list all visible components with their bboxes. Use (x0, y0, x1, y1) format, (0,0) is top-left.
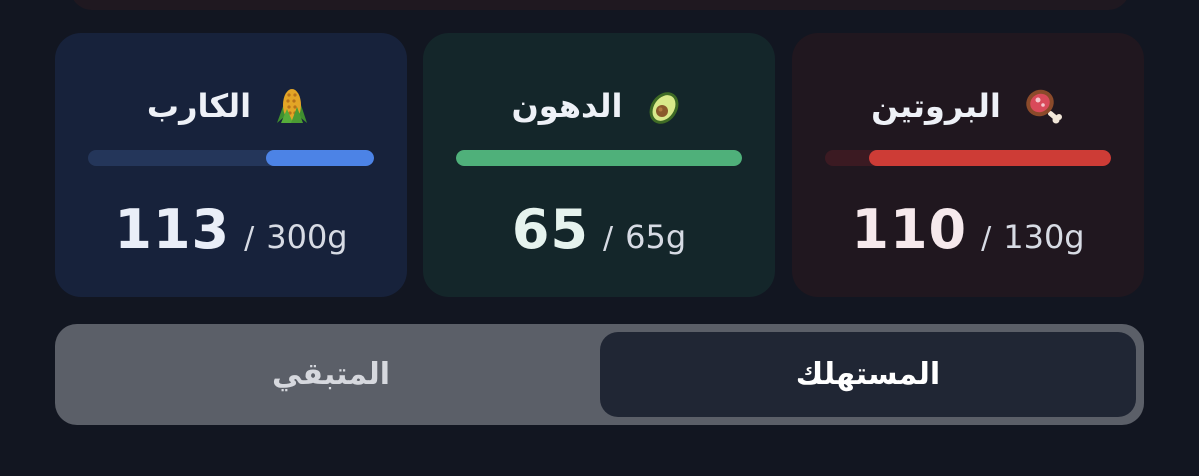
remaining-tab[interactable]: المتبقي (63, 332, 599, 417)
fat-header: الدهون (423, 81, 775, 131)
fat-progress-track (456, 150, 742, 166)
protein-card: البروتين 110 / 130g (792, 33, 1144, 297)
fat-consumed: 65 (511, 198, 589, 261)
protein-target: 130g (1003, 218, 1085, 256)
carbs-target: 300g (266, 218, 348, 256)
fat-separator: / (603, 221, 614, 256)
meat-icon (1019, 83, 1065, 129)
protein-progress-fill (869, 150, 1111, 166)
avocado-icon (641, 83, 687, 129)
previous-card-edge (70, 0, 1130, 10)
carbs-header: الكارب (55, 81, 407, 131)
macro-summary-screen: الكارب 113 / 300g الدهون 65 / 65g البروت… (0, 0, 1199, 476)
carbs-progress-track (88, 150, 374, 166)
fat-title: الدهون (511, 87, 623, 125)
carbs-title: الكارب (146, 87, 252, 125)
carbs-value: 113 / 300g (55, 198, 407, 261)
protein-separator: / (981, 221, 992, 256)
carbs-card: الكارب 113 / 300g (55, 33, 407, 297)
corn-icon (269, 83, 315, 129)
fat-value: 65 / 65g (423, 198, 775, 261)
protein-title: البروتين (871, 87, 1001, 125)
protein-consumed: 110 (851, 198, 968, 261)
protein-header: البروتين (792, 81, 1144, 131)
consumed-remaining-toggle: المستهلك المتبقي (55, 324, 1144, 425)
protein-value: 110 / 130g (792, 198, 1144, 261)
carbs-progress-fill (266, 150, 374, 166)
fat-target: 65g (625, 218, 687, 256)
protein-progress-track (825, 150, 1111, 166)
consumed-tab[interactable]: المستهلك (600, 332, 1136, 417)
carbs-consumed: 113 (114, 198, 231, 261)
carbs-separator: / (244, 221, 255, 256)
fat-card: الدهون 65 / 65g (423, 33, 775, 297)
fat-progress-fill (456, 150, 742, 166)
